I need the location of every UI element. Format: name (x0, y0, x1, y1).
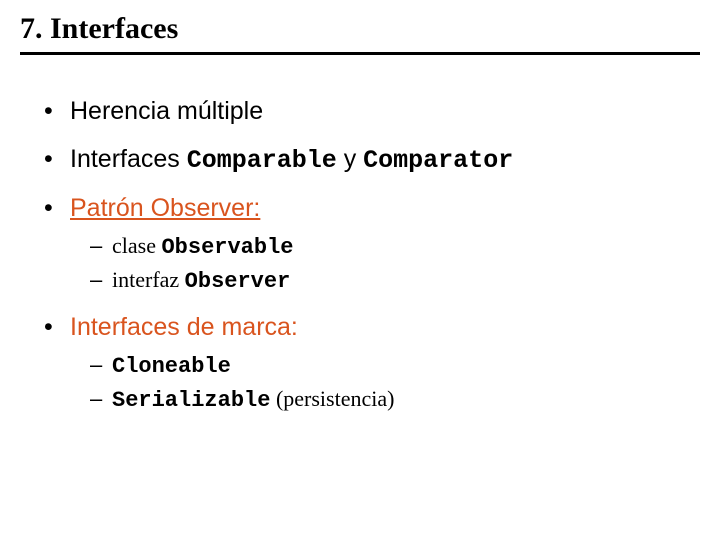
bullet-herencia-multiple: Herencia múltiple (44, 95, 700, 129)
bullet-text: Patrón Observer: (70, 194, 260, 222)
sub-text-pre: clase (112, 233, 161, 258)
bullet-interfaces-marca: Interfaces de marca: Cloneable Serializa… (44, 311, 700, 416)
slide-title: 7. Interfaces (20, 12, 700, 46)
bullet-text: Herencia múltiple (70, 97, 263, 125)
bullet-list: Herencia múltiple Interfaces Comparable … (20, 95, 700, 416)
bullet-text-pre: Interfaces (70, 145, 187, 173)
code-comparable: Comparable (187, 146, 337, 175)
sub-text-post: (persistencia) (270, 386, 394, 411)
bullet-interfaces-comparable: Interfaces Comparable y Comparator (44, 143, 700, 178)
bullet-text-mid: y (337, 145, 363, 173)
sub-item-cloneable: Cloneable (90, 350, 700, 382)
sub-list-marca: Cloneable Serializable (persistencia) (70, 350, 700, 415)
sub-item-interfaz-observer: interfaz Observer (90, 265, 700, 297)
sub-list-observer: clase Observable interfaz Observer (70, 231, 700, 296)
bullet-patron-observer: Patrón Observer: clase Observable interf… (44, 192, 700, 297)
code-observer: Observer (185, 269, 291, 294)
code-serializable: Serializable (112, 388, 270, 413)
bullet-text: Interfaces de marca: (70, 313, 298, 341)
code-cloneable: Cloneable (112, 354, 231, 379)
sub-item-clase-observable: clase Observable (90, 231, 700, 263)
sub-item-serializable: Serializable (persistencia) (90, 384, 700, 416)
slide: 7. Interfaces Herencia múltiple Interfac… (0, 0, 720, 450)
code-observable: Observable (161, 235, 293, 260)
code-comparator: Comparator (363, 146, 513, 175)
title-bar: 7. Interfaces (20, 12, 700, 55)
sub-text-pre: interfaz (112, 267, 185, 292)
